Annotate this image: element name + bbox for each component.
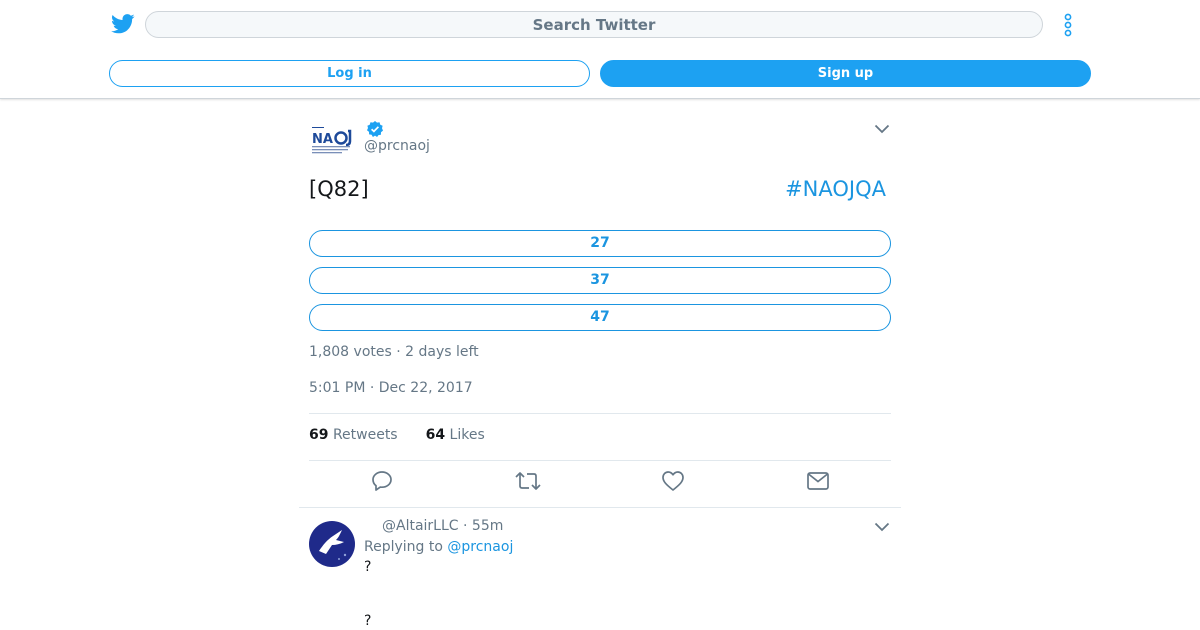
poll-summary: 1,808 votes · 2 days left [309, 344, 479, 360]
svg-text:NA: NA [312, 132, 333, 147]
hashtag-link[interactable]: #NAOJQA [785, 177, 886, 201]
replying-to-label: Replying to [364, 539, 443, 555]
poll-option[interactable]: 47 [309, 304, 891, 331]
reply-icon[interactable] [370, 469, 394, 493]
likes-stat[interactable]: 64 Likes [426, 427, 485, 443]
reply-author-handle[interactable]: @AltairLLC [382, 518, 459, 534]
reply-time[interactable]: · 55m [463, 518, 503, 534]
likes-label: Likes [449, 427, 485, 443]
tweet-actions [299, 469, 901, 497]
reply-text-line: ? [364, 559, 372, 575]
author-handle[interactable]: @prcnaoj [364, 138, 430, 154]
retweet-icon[interactable] [514, 469, 542, 493]
verified-badge-icon [367, 121, 383, 137]
more-vertical-icon[interactable] [1058, 12, 1078, 38]
poll-option[interactable]: 27 [309, 230, 891, 257]
replying-to-link[interactable]: @prcnaoj [447, 539, 513, 555]
search-input[interactable] [145, 11, 1043, 38]
naoj-logo-avatar[interactable]: NA [309, 115, 355, 161]
chevron-down-icon[interactable] [874, 522, 890, 532]
tweet-timestamp[interactable]: 5:01 PM · Dec 22, 2017 [309, 380, 473, 396]
heart-icon[interactable] [661, 469, 685, 493]
poll-option[interactable]: 37 [309, 267, 891, 294]
altair-avatar[interactable] [309, 521, 355, 567]
replying-to: Replying to @prcnaoj [364, 539, 513, 555]
reply-header: @AltairLLC · 55m [382, 518, 503, 534]
twitter-bird-icon[interactable] [111, 13, 135, 35]
envelope-icon[interactable] [806, 469, 830, 493]
reply-tweet: @AltairLLC · 55m Replying to @prcnaoj ? … [299, 508, 901, 630]
divider [309, 413, 891, 414]
divider [309, 460, 891, 461]
top-navigation-bar: Log in Sign up [0, 0, 1200, 99]
retweets-stat[interactable]: 69 Retweets [309, 427, 398, 443]
tweet-stats: 69 Retweets 64 Likes [309, 427, 485, 443]
likes-count: 64 [425, 427, 446, 443]
chevron-down-icon[interactable] [874, 124, 890, 134]
tweet: NA @prcnaoj [Q82] #NAOJQA 27 37 47 1,808… [299, 99, 901, 508]
reply-text-line: ? [364, 613, 372, 629]
tweet-text: [Q82] [309, 177, 369, 201]
signup-button[interactable]: Sign up [600, 60, 1091, 87]
retweets-count: 69 [309, 427, 329, 443]
login-button[interactable]: Log in [109, 60, 590, 87]
retweets-label: Retweets [332, 427, 398, 443]
